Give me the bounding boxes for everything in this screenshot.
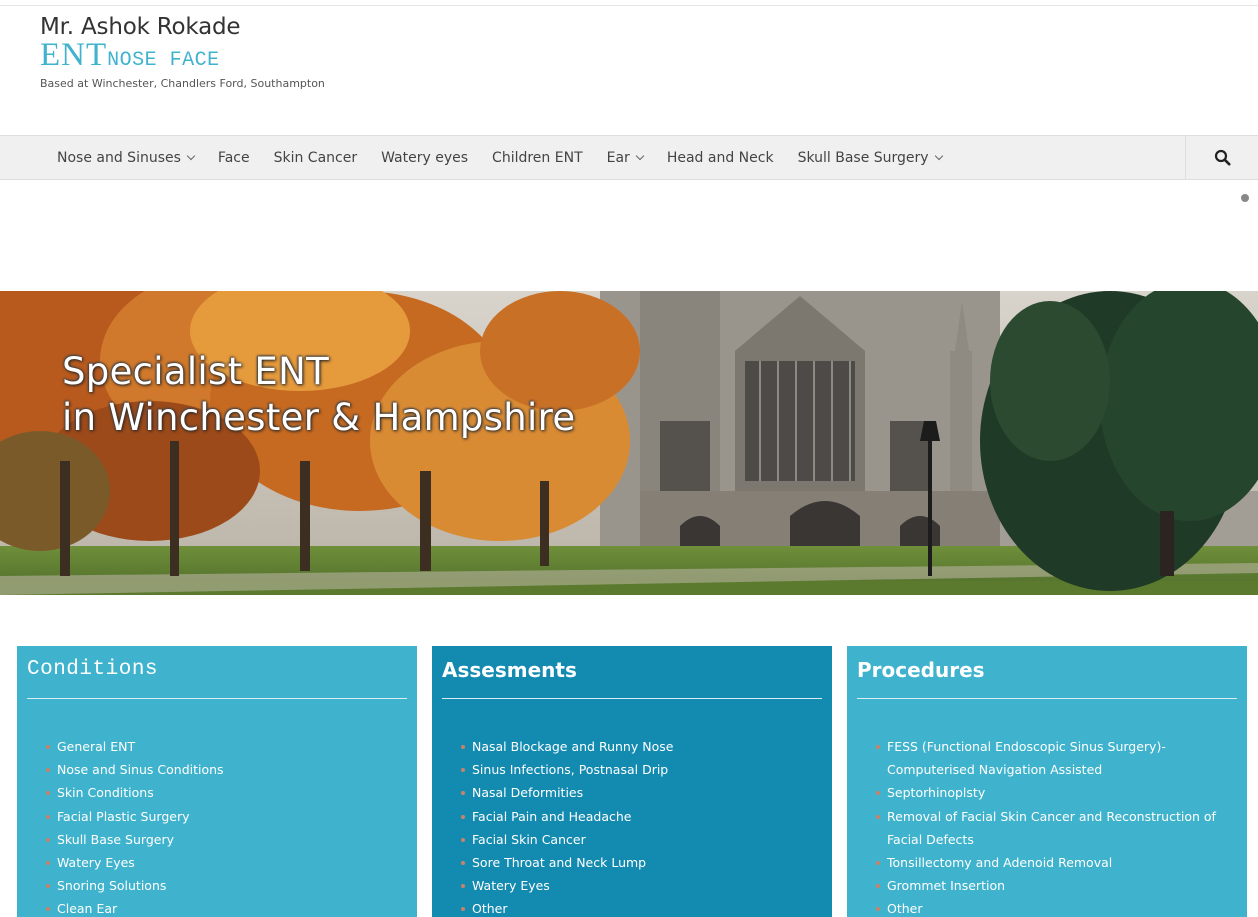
site-logo[interactable]: Mr. Ashok Rokade ENTNOSE FACE Based at W… [40, 14, 325, 90]
assesments-link[interactable]: Nasal Deformities [461, 781, 822, 804]
chevron-down-icon [934, 151, 943, 160]
panel-divider [857, 698, 1237, 699]
procedures-link[interactable]: Septorhinoplsty [876, 781, 1237, 804]
procedures-link[interactable]: Removal of Facial Skin Cancer and Recons… [876, 805, 1237, 851]
procedures-link[interactable]: Other [876, 897, 1237, 917]
conditions-title: Conditions [27, 658, 159, 681]
nav-item-children-ent[interactable]: Children ENT [480, 150, 595, 166]
conditions-list: General ENT Nose and Sinus Conditions Skin… [27, 735, 407, 917]
nav-item-label: Skull Base Surgery [797, 149, 929, 166]
nav-item-skull-base-surgery[interactable]: Skull Base Surgery [786, 150, 954, 166]
logo-ent: ENT [40, 37, 108, 73]
logo-noseface: NOSE FACE [107, 49, 220, 72]
nav-item-face[interactable]: Face [206, 150, 262, 166]
assesments-link[interactable]: Other [461, 897, 822, 917]
hero-line-2: in Winchester & Hampshire [62, 396, 576, 439]
assesments-link[interactable]: Watery Eyes [461, 874, 822, 897]
assesments-title: Assesments [442, 658, 577, 682]
top-rule [0, 5, 1258, 6]
nav-menu: Nose and Sinuses Face Skin Cancer Watery ey… [45, 136, 954, 179]
panel-divider [27, 698, 407, 699]
hero-headline: Specialist ENT in Winchester & Hampshire [62, 349, 575, 441]
nav-item-label: Children ENT [492, 149, 583, 166]
procedures-title: Procedures [857, 658, 985, 682]
assesments-link[interactable]: Sore Throat and Neck Lump [461, 851, 822, 874]
conditions-link[interactable]: Facial Plastic Surgery [46, 805, 407, 828]
nav-item-watery-eyes[interactable]: Watery eyes [369, 150, 480, 166]
main-navigation: Nose and Sinuses Face Skin Cancer Watery ey… [0, 135, 1258, 180]
conditions-link[interactable]: Nose and Sinus Conditions [46, 758, 407, 781]
chevron-down-icon [635, 151, 645, 160]
conditions-link[interactable]: Skull Base Surgery [46, 828, 407, 851]
assesments-link[interactable]: Nasal Blockage and Runny Nose [461, 735, 822, 758]
assesments-list: Nasal Blockage and Runny Nose Sinus Infec… [442, 735, 822, 917]
nav-item-label: Head and Neck [666, 149, 774, 166]
procedures-panel: Procedures FESS (Functional Endoscopic S… [847, 646, 1247, 917]
conditions-link[interactable]: General ENT [46, 735, 407, 758]
nav-item-ear[interactable]: Ear [595, 150, 655, 166]
procedures-link[interactable]: FESS (Functional Endoscopic Sinus Surger… [876, 735, 1237, 781]
assesments-panel: Assesments Nasal Blockage and Runny Nose… [432, 646, 832, 917]
search-button[interactable] [1185, 136, 1258, 179]
nav-item-label: Face [217, 149, 250, 166]
logo-tagline: Based at Winchester, Chandlers Ford, Sou… [40, 77, 325, 90]
procedures-link[interactable]: Grommet Insertion [876, 874, 1237, 897]
nav-item-label: Watery eyes [381, 149, 469, 166]
logo-brand: ENTNOSE FACE [40, 37, 325, 76]
conditions-link[interactable]: Snoring Solutions [46, 874, 407, 897]
nav-item-nose-and-sinuses[interactable]: Nose and Sinuses [45, 150, 206, 166]
conditions-link[interactable]: Skin Conditions [46, 781, 407, 804]
assesments-link[interactable]: Facial Skin Cancer [461, 828, 822, 851]
hero-image [0, 291, 1258, 595]
procedures-list: FESS (Functional Endoscopic Sinus Surger… [857, 735, 1237, 917]
procedures-link[interactable]: Tonsillectomy and Adenoid Removal [876, 851, 1237, 874]
search-icon [1214, 149, 1230, 166]
conditions-link[interactable]: Watery Eyes [46, 851, 407, 874]
slider-pager-dot[interactable] [1241, 194, 1249, 202]
assesments-link[interactable]: Sinus Infections, Postnasal Drip [461, 758, 822, 781]
conditions-link[interactable]: Clean Ear [46, 897, 407, 917]
panel-divider [442, 698, 822, 699]
assesments-link[interactable]: Facial Pain and Headache [461, 805, 822, 828]
conditions-panel: Conditions General ENT Nose and Sinus Con… [17, 646, 417, 917]
chevron-down-icon [186, 151, 196, 160]
hero-line-1: Specialist ENT [62, 350, 329, 393]
nav-item-label: Ear [606, 149, 630, 166]
nav-item-label: Nose and Sinuses [57, 149, 181, 166]
hero-banner: Specialist ENT in Winchester & Hampshire [0, 291, 1258, 595]
nav-item-head-and-neck[interactable]: Head and Neck [655, 150, 786, 166]
nav-item-skin-cancer[interactable]: Skin Cancer [262, 150, 370, 166]
nav-item-label: Skin Cancer [273, 149, 358, 166]
